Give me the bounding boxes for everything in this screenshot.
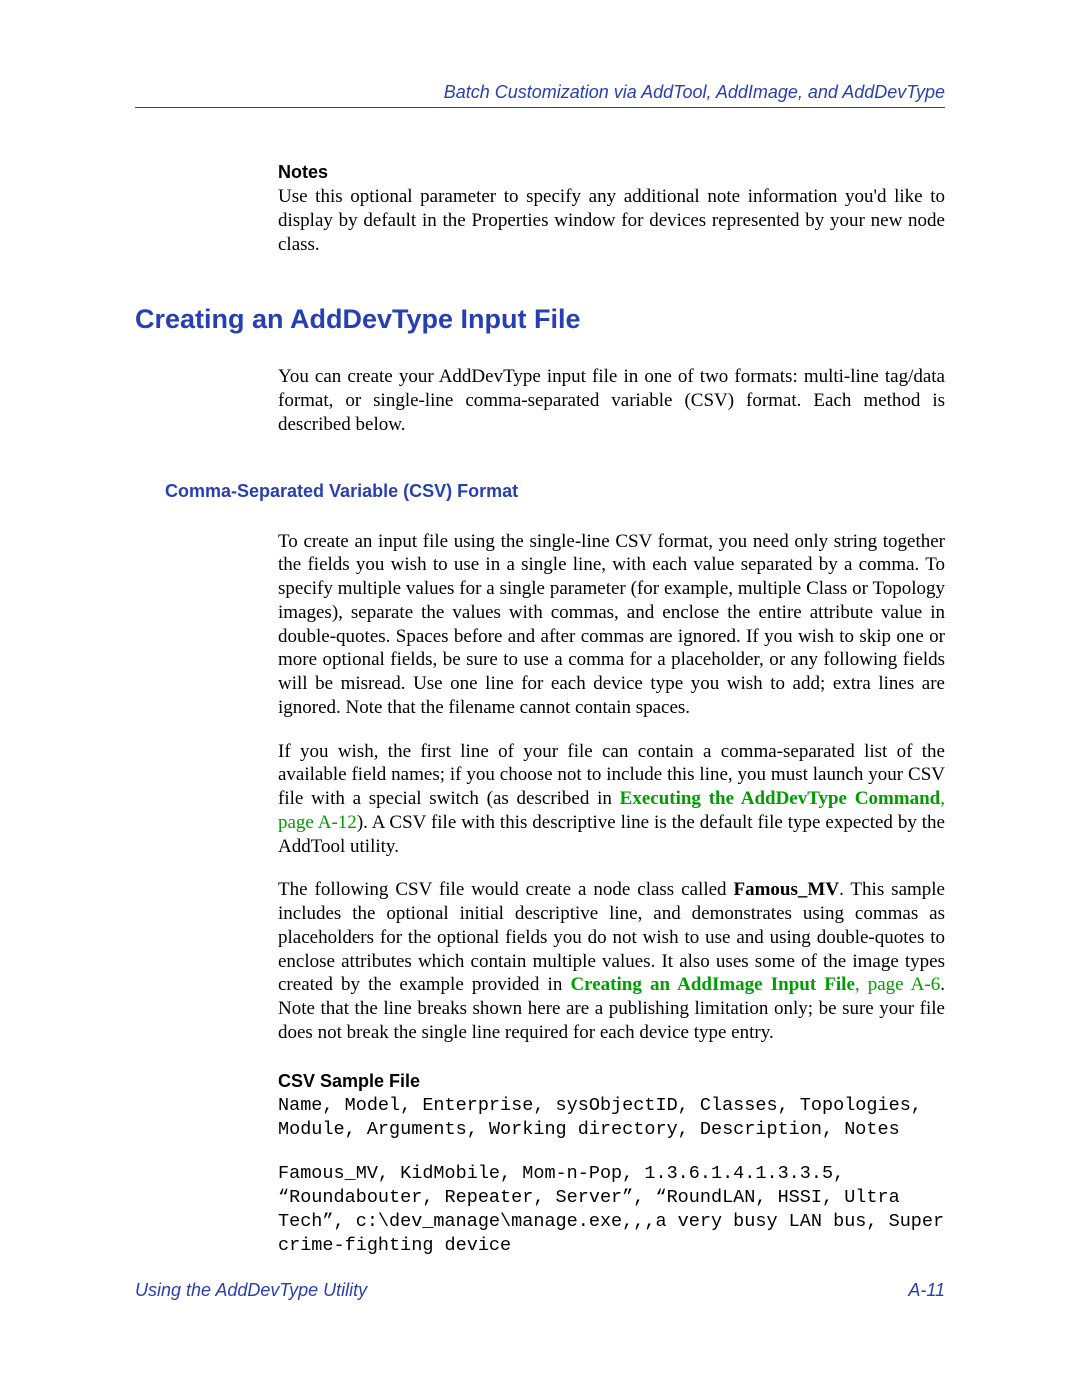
notes-body: Use this optional parameter to specify a… [278, 185, 945, 256]
header-rule [135, 107, 945, 108]
csv-p2-text-b: ). A CSV file with this descriptive line… [278, 812, 945, 857]
link-creating-addimage[interactable]: Creating an AddImage Input File [570, 974, 854, 995]
intro-paragraph: You can create your AddDevType input fil… [278, 365, 945, 436]
notes-block: Notes Use this optional parameter to spe… [278, 162, 945, 256]
csv-paragraph-2: If you wish, the first line of your file… [278, 740, 945, 859]
csv-p3-text-a: The following CSV file would create a no… [278, 879, 734, 900]
page-footer: Using the AddDevType Utility A-11 [135, 1280, 945, 1301]
csv-sample-line2: Famous_MV, KidMobile, Mom-n-Pop, 1.3.6.1… [278, 1162, 945, 1258]
footer-left: Using the AddDevType Utility [135, 1280, 367, 1301]
csv-paragraph-3: The following CSV file would create a no… [278, 878, 945, 1044]
famous-mv-name: Famous_MV [734, 879, 840, 900]
link-creating-addimage-page[interactable]: , page A-6 [855, 974, 940, 995]
notes-heading: Notes [278, 162, 945, 183]
page-container: Batch Customization via AddTool, AddImag… [0, 0, 1080, 1397]
link-executing-adddevtype[interactable]: Executing the AddDevType Command [620, 788, 941, 809]
csv-paragraph-1: To create an input file using the single… [278, 530, 945, 720]
section-heading-h2: Comma-Separated Variable (CSV) Format [165, 481, 945, 502]
csv-section: To create an input file using the single… [278, 530, 945, 1258]
footer-page-number: A-11 [908, 1280, 945, 1301]
csv-sample-line1: Name, Model, Enterprise, sysObjectID, Cl… [278, 1094, 945, 1142]
running-header: Batch Customization via AddTool, AddImag… [135, 82, 945, 103]
csv-sample-heading: CSV Sample File [278, 1071, 945, 1092]
section-heading-h1: Creating an AddDevType Input File [135, 304, 945, 335]
